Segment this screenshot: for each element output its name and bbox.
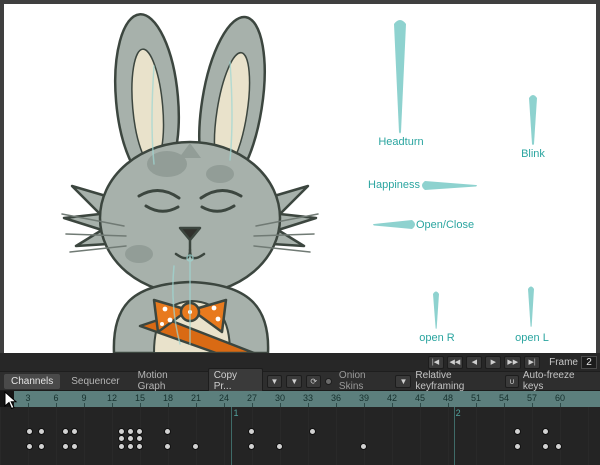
ruler-tick-label: 45 xyxy=(415,393,425,403)
timeline-marker-line xyxy=(454,407,455,465)
keyframe-dot[interactable] xyxy=(38,443,45,450)
ruler-tick-label: 21 xyxy=(191,393,201,403)
timeline-marker-line xyxy=(231,407,232,465)
keyframe-dot[interactable] xyxy=(62,428,69,435)
keyframe-dot[interactable] xyxy=(62,443,69,450)
timeline-panel: |◀◀◀◀▶▶▶▶| Frame 2 Channels Sequencer Mo… xyxy=(0,353,600,465)
ruler-tick-label: 36 xyxy=(331,393,341,403)
keyframe-dot[interactable] xyxy=(514,428,521,435)
timeline-toolbar: Channels Sequencer Motion Graph Copy Pr.… xyxy=(0,371,600,391)
control-needles-group xyxy=(373,20,537,329)
keyframe-dot[interactable] xyxy=(542,428,549,435)
play-button[interactable]: ▶ xyxy=(485,356,501,369)
keyframe-dot[interactable] xyxy=(118,443,125,450)
ruler-tick-label: 3 xyxy=(25,393,30,403)
keyframe-dot[interactable] xyxy=(542,443,549,450)
step-forward-button[interactable]: ▶▶ xyxy=(504,356,521,369)
open-r-control-label: open R xyxy=(408,332,466,344)
keyframe-dot[interactable] xyxy=(127,428,134,435)
keyframe-dot[interactable] xyxy=(192,443,199,450)
headturn-control-needle[interactable] xyxy=(394,20,406,134)
keyframe-tracks[interactable]: 12 xyxy=(0,407,600,465)
jump-to-start-button[interactable]: |◀ xyxy=(428,356,444,369)
jump-to-end-button[interactable]: ▶| xyxy=(524,356,540,369)
keyframe-dot[interactable] xyxy=(164,428,171,435)
ruler-tick-label: 42 xyxy=(387,393,397,403)
keyframe-dot[interactable] xyxy=(127,435,134,442)
keyframe-dot[interactable] xyxy=(26,428,33,435)
keyframe-dot[interactable] xyxy=(26,443,33,450)
ruler-tick-label: 54 xyxy=(499,393,509,403)
ruler-tick-label: 51 xyxy=(471,393,481,403)
refresh-icon[interactable]: ⟳ xyxy=(306,375,321,388)
relative-keyframing-label: Relative keyframing xyxy=(415,370,501,392)
frame-counter-value[interactable]: 2 xyxy=(581,356,597,369)
options-dropdown-icon[interactable]: ▼ xyxy=(286,375,302,388)
ruler-tick-label: 15 xyxy=(135,393,145,403)
prev-keyframe-button[interactable]: ◀◀ xyxy=(447,356,464,369)
auto-freeze-keys-label[interactable]: Auto-freeze keys xyxy=(523,370,596,392)
animation-canvas[interactable]: Headturn Blink Happiness Open/Close open… xyxy=(0,0,600,353)
ruler-tick-label: 48 xyxy=(443,393,453,403)
ruler-tick-label: 27 xyxy=(247,393,257,403)
happiness-control-needle[interactable] xyxy=(422,181,477,190)
open-close-control-needle[interactable] xyxy=(373,220,415,229)
keyframe-dot[interactable] xyxy=(276,443,283,450)
open-l-control-label: open L xyxy=(503,332,561,344)
onion-skin-swatch-icon[interactable] xyxy=(325,378,332,385)
relative-keyframing-toggle-icon[interactable]: ∪ xyxy=(505,375,519,388)
rabbit-character-illustration xyxy=(4,4,596,353)
open-close-control-label: Open/Close xyxy=(416,219,474,231)
ruler-tick-label: 57 xyxy=(527,393,537,403)
keyframe-dot[interactable] xyxy=(118,435,125,442)
keyframe-dot[interactable] xyxy=(127,443,134,450)
ruler-tick-label: 39 xyxy=(359,393,369,403)
keyframe-dot[interactable] xyxy=(136,435,143,442)
frame-ruler[interactable]: 0 3691215182124273033363942454851545760 xyxy=(0,391,600,407)
ruler-tick-label: 30 xyxy=(275,393,285,403)
mouse-cursor-icon xyxy=(4,391,18,411)
headturn-control-label: Headturn xyxy=(372,136,430,148)
timeline-marker-label: 1 xyxy=(233,408,238,418)
ruler-tick-label: 9 xyxy=(81,393,86,403)
open-l-control-needle[interactable] xyxy=(528,287,534,328)
step-back-button[interactable]: ◀ xyxy=(466,356,482,369)
keyframe-dot[interactable] xyxy=(136,443,143,450)
keyframe-dot[interactable] xyxy=(38,428,45,435)
blink-control-label: Blink xyxy=(510,148,556,160)
tab-channels[interactable]: Channels xyxy=(4,374,60,389)
frame-counter-label: Frame xyxy=(549,357,578,368)
copy-properties-dropdown-icon[interactable]: ▼ xyxy=(267,375,283,388)
blink-control-needle[interactable] xyxy=(529,95,537,145)
keyframe-dot[interactable] xyxy=(555,443,562,450)
keyframe-dot[interactable] xyxy=(136,428,143,435)
transport-bar: |◀◀◀◀▶▶▶▶| Frame 2 xyxy=(0,353,600,371)
ruler-tick-label: 18 xyxy=(163,393,173,403)
open-r-control-needle[interactable] xyxy=(433,292,439,330)
ruler-tick-label: 33 xyxy=(303,393,313,403)
keyframe-dot[interactable] xyxy=(309,428,316,435)
onion-skins-label: Onion Skins xyxy=(339,370,392,392)
ruler-tick-label: 12 xyxy=(107,393,117,403)
ruler-tick-label: 6 xyxy=(53,393,58,403)
keyframe-dot[interactable] xyxy=(360,443,367,450)
timeline-marker-label: 2 xyxy=(456,408,461,418)
keyframe-dot[interactable] xyxy=(248,443,255,450)
happiness-control-label: Happiness xyxy=(350,179,420,191)
ruler-tick-label: 60 xyxy=(555,393,565,403)
keyframe-dot[interactable] xyxy=(118,428,125,435)
onion-skins-dropdown-icon[interactable]: ▼ xyxy=(395,375,411,388)
keyframe-dot[interactable] xyxy=(248,428,255,435)
tab-sequencer[interactable]: Sequencer xyxy=(64,374,126,389)
keyframe-dot[interactable] xyxy=(71,428,78,435)
keyframe-dot[interactable] xyxy=(514,443,521,450)
keyframe-dot[interactable] xyxy=(164,443,171,450)
keyframe-dot[interactable] xyxy=(71,443,78,450)
animation-app-window: Headturn Blink Happiness Open/Close open… xyxy=(0,0,600,465)
ruler-tick-label: 24 xyxy=(219,393,229,403)
